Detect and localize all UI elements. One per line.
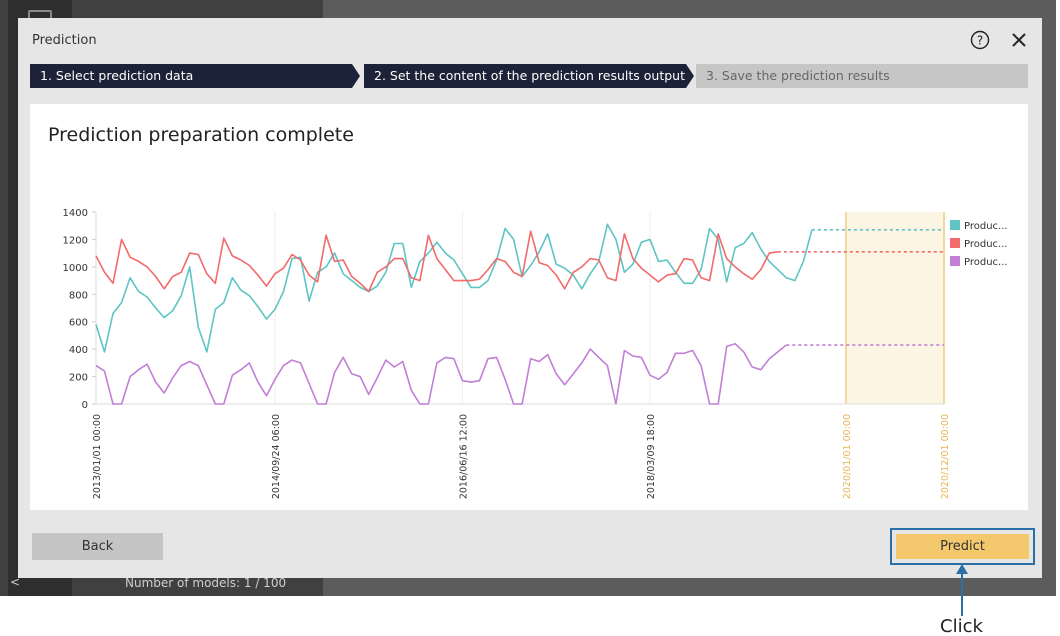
step-select-prediction-data[interactable]: 1. Select prediction data <box>30 64 360 88</box>
x-tick-label-1: 2014/09/24 06:00 <box>271 414 282 499</box>
close-icon[interactable] <box>1008 29 1030 51</box>
result-panel: 0 200 400 600 800 1000 1200 1400 2013/01/01 00:0… <box>30 104 1028 510</box>
dialog-title: Prediction <box>32 33 97 48</box>
x-tick-label-4: 2020/01/01 00:00 <box>842 414 853 499</box>
step-save-results: 3. Save the prediction results <box>696 64 1028 88</box>
legend-label-0: Produc... <box>964 221 1008 232</box>
click-label: Click <box>940 616 983 636</box>
click-callout-arrow <box>956 564 968 616</box>
y-tick-label-0: 0 <box>82 400 88 411</box>
series-line-1 <box>95 230 778 293</box>
legend-swatch-1 <box>950 238 960 248</box>
step-set-output-content[interactable]: 2. Set the content of the prediction res… <box>364 64 694 88</box>
screen: < Number of models: 1 / 100 Prediction ?… <box>0 0 1060 636</box>
y-tick-label-7: 1400 <box>63 208 88 219</box>
y-tick-label-4: 800 <box>69 290 88 301</box>
y-tick-label-1: 200 <box>69 373 88 384</box>
prediction-dialog: Prediction ? 1. Select prediction data 2… <box>18 18 1042 578</box>
legend-label-1: Produc... <box>964 239 1008 250</box>
y-tick-label-6: 1200 <box>63 235 88 246</box>
x-tick-label-2: 2016/06/16 12:00 <box>458 414 469 499</box>
forecast-band <box>845 212 944 404</box>
y-tick-label-5: 1000 <box>63 263 88 274</box>
back-button[interactable]: Back <box>32 533 163 560</box>
model-count-text: Number of models: 1 / 100 <box>125 576 287 590</box>
x-tick-label-3: 2018/03/09 18:00 <box>646 414 657 499</box>
svg-text:?: ? <box>977 34 983 48</box>
x-tick-label-0: 2013/01/01 00:00 <box>92 414 103 499</box>
predict-button[interactable]: Predict <box>896 534 1029 559</box>
legend-label-2: Produc... <box>964 257 1008 268</box>
series-line-0 <box>95 223 813 353</box>
legend-swatch-0 <box>950 220 960 230</box>
prediction-chart: 0 200 400 600 800 1000 1200 1400 2013/01/01 00:0… <box>63 208 1008 499</box>
panel-title: Prediction preparation complete <box>48 124 354 146</box>
y-tick-label-2: 400 <box>69 345 88 356</box>
legend-swatch-2 <box>950 256 960 266</box>
x-tick-label-5: 2020/12/01 00:00 <box>940 414 951 499</box>
help-icon[interactable]: ? <box>970 30 990 50</box>
y-tick-label-3: 600 <box>69 318 88 329</box>
series-line-2 <box>95 342 787 405</box>
